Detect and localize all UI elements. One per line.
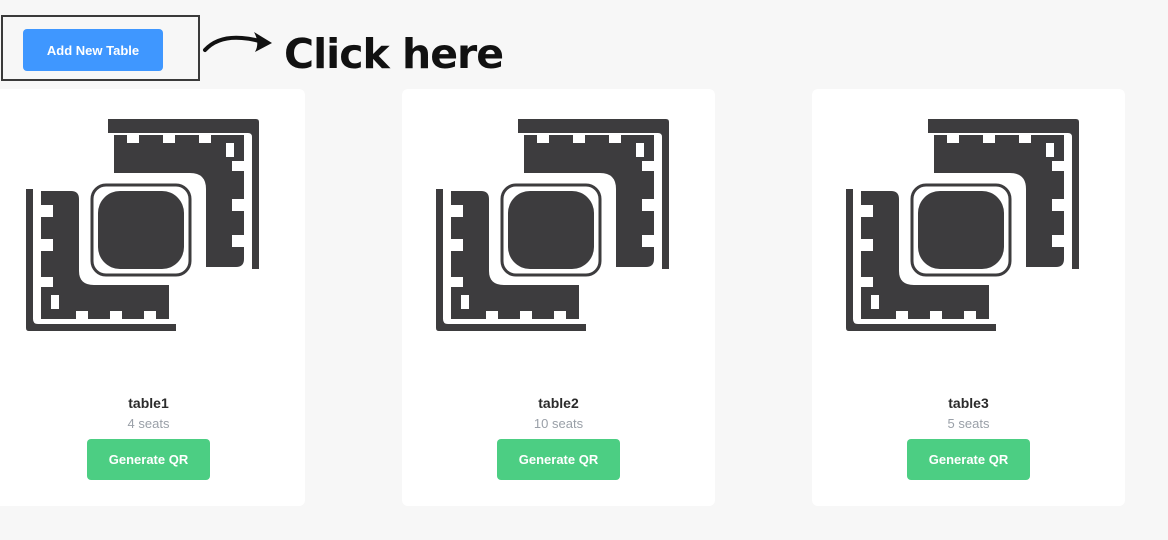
dining-table-icon — [436, 119, 671, 333]
generate-qr-button[interactable]: Generate QR — [87, 439, 210, 480]
table-seats: 5 seats — [947, 416, 990, 431]
table-card: table3 5 seats Generate QR — [812, 89, 1125, 506]
dining-table-icon — [26, 119, 261, 333]
table-name: table3 — [948, 395, 989, 411]
table-seats: 10 seats — [533, 416, 584, 431]
table-name: table2 — [538, 395, 579, 411]
generate-qr-button[interactable]: Generate QR — [907, 439, 1030, 480]
generate-qr-button[interactable]: Generate QR — [497, 439, 620, 480]
add-new-table-button[interactable]: Add New Table — [23, 29, 163, 71]
table-card: table2 10 seats Generate QR — [402, 89, 715, 506]
table-card: table1 4 seats Generate QR — [0, 89, 305, 506]
table-seats: 4 seats — [127, 416, 170, 431]
table-name: table1 — [128, 395, 169, 411]
click-here-annotation: Click here — [284, 30, 504, 78]
page: Add New Table Click here table1 4 seats … — [0, 0, 1168, 540]
add-button-highlight: Add New Table — [1, 15, 200, 81]
curved-arrow-right-icon — [203, 32, 272, 52]
dining-table-icon — [846, 119, 1081, 333]
